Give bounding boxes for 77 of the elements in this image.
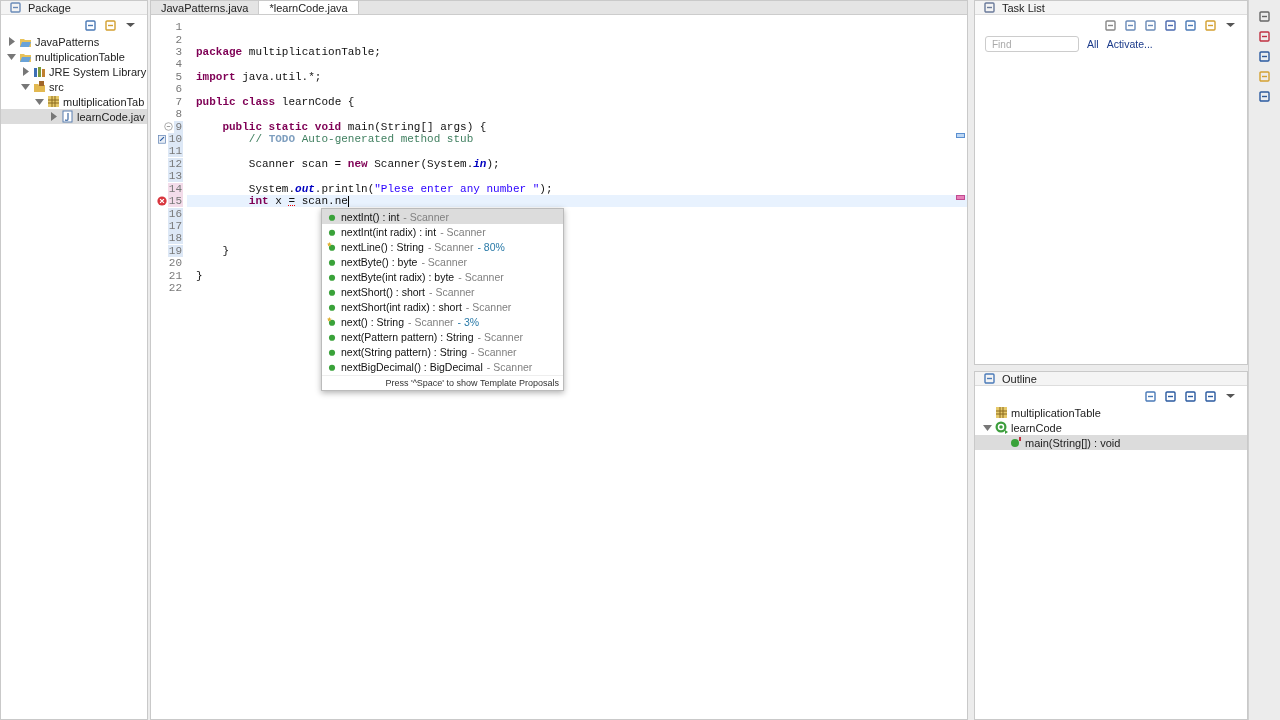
line-number: 2 [174, 33, 183, 46]
method-icon [327, 332, 337, 343]
popup-hint: Press '^Space' to show Template Proposals [322, 375, 563, 391]
expanded-arrow-icon[interactable] [983, 423, 992, 432]
java-file-icon [61, 110, 74, 123]
code-line: import java.util.*; [195, 70, 322, 84]
line-number: 11 [167, 145, 183, 158]
line-number: 3 [174, 46, 183, 59]
books-icon [33, 65, 46, 78]
completion-item[interactable]: nextByte() : byte - Scanner [322, 254, 563, 270]
package-icon [47, 95, 60, 108]
line-number: 10 [167, 133, 183, 145]
line-number: 19 [167, 244, 183, 257]
task-icon [156, 134, 167, 144]
tree-item[interactable]: multiplicationTable [1, 49, 147, 64]
tree-item[interactable]: src [1, 79, 147, 94]
error-marker[interactable] [956, 195, 965, 200]
starred-method-icon [327, 317, 337, 328]
line-number: 7 [174, 95, 183, 108]
method-icon [327, 347, 337, 358]
tree-item[interactable]: JavaPatterns [1, 34, 147, 49]
code-line: int x = scan.ne [247, 194, 349, 208]
method-icon [327, 302, 337, 313]
view-title[interactable]: Outline [1002, 372, 1037, 385]
completion-item[interactable]: nextShort() : short - Scanner [322, 284, 563, 300]
expanded-arrow-icon[interactable] [7, 52, 16, 61]
completion-item[interactable]: nextByte(int radix) : byte - Scanner [322, 269, 563, 285]
error-icon [156, 196, 167, 207]
line-number: 6 [174, 83, 183, 96]
starred-method-icon [327, 241, 337, 252]
editor-tab[interactable]: *learnCode.java [259, 1, 359, 14]
code-line: Scanner scan = new Scanner(System.in); [247, 157, 500, 171]
completion-item[interactable]: nextLine() : String - Scanner - 80% [322, 239, 563, 255]
line-number: 4 [174, 58, 183, 71]
tree-item[interactable]: learnCode.jav [1, 109, 147, 124]
link[interactable]: Activate... [1106, 38, 1153, 50]
completion-item[interactable]: nextInt() : int - Scanner [322, 209, 563, 225]
code-line: // TODO Auto-generated method stub [247, 132, 474, 146]
code-line: public class learnCode { [195, 95, 355, 108]
line-number: 15 [167, 195, 183, 208]
line-number: 16 [167, 207, 183, 220]
tree-item[interactable]: multiplicationTable [975, 405, 1247, 420]
line-number: 12 [167, 157, 183, 170]
tree-item[interactable]: learnCode [975, 420, 1247, 435]
line-number: 14 [167, 182, 183, 195]
source-folder-icon [33, 80, 46, 93]
class-icon [995, 421, 1008, 434]
line-number: 8 [174, 108, 183, 121]
tree-item[interactable]: JRE System Library [1, 64, 147, 79]
line-number: 9 [174, 120, 183, 133]
code-line: package multiplicationTable; [195, 45, 381, 59]
code-line: System.out.println("Plese enter any number "); [247, 182, 553, 195]
method-icon [327, 362, 337, 373]
line-number: 22 [167, 282, 183, 295]
completion-item[interactable]: nextInt(int radix) : int - Scanner [322, 224, 563, 240]
method-icon [327, 287, 337, 297]
line-number: 5 [174, 70, 183, 83]
line-number: 21 [167, 269, 183, 282]
tree-item[interactable]: main(String[]) : void [975, 435, 1247, 450]
line-number: 20 [167, 257, 183, 270]
code-line: } [221, 244, 229, 257]
task-marker[interactable] [956, 133, 965, 138]
method-icon [1009, 436, 1022, 449]
collapsed-arrow-icon[interactable] [49, 112, 58, 121]
package-icon [995, 406, 1008, 419]
line-number: 13 [167, 170, 183, 183]
collapsed-arrow-icon[interactable] [21, 67, 30, 76]
fold-icon[interactable] [163, 122, 173, 132]
find-field[interactable]: Find [985, 36, 1079, 52]
code-line: } [195, 269, 203, 282]
link[interactable]: All [1087, 38, 1099, 50]
line-number: 18 [167, 232, 183, 245]
code-line: public static void main(String[] args) { [221, 120, 487, 133]
line-number: 1 [174, 21, 183, 34]
view-title[interactable]: Task List [1002, 1, 1045, 14]
collapsed-arrow-icon[interactable] [7, 37, 16, 46]
tree-item[interactable]: multiplicationTab [1, 94, 147, 109]
